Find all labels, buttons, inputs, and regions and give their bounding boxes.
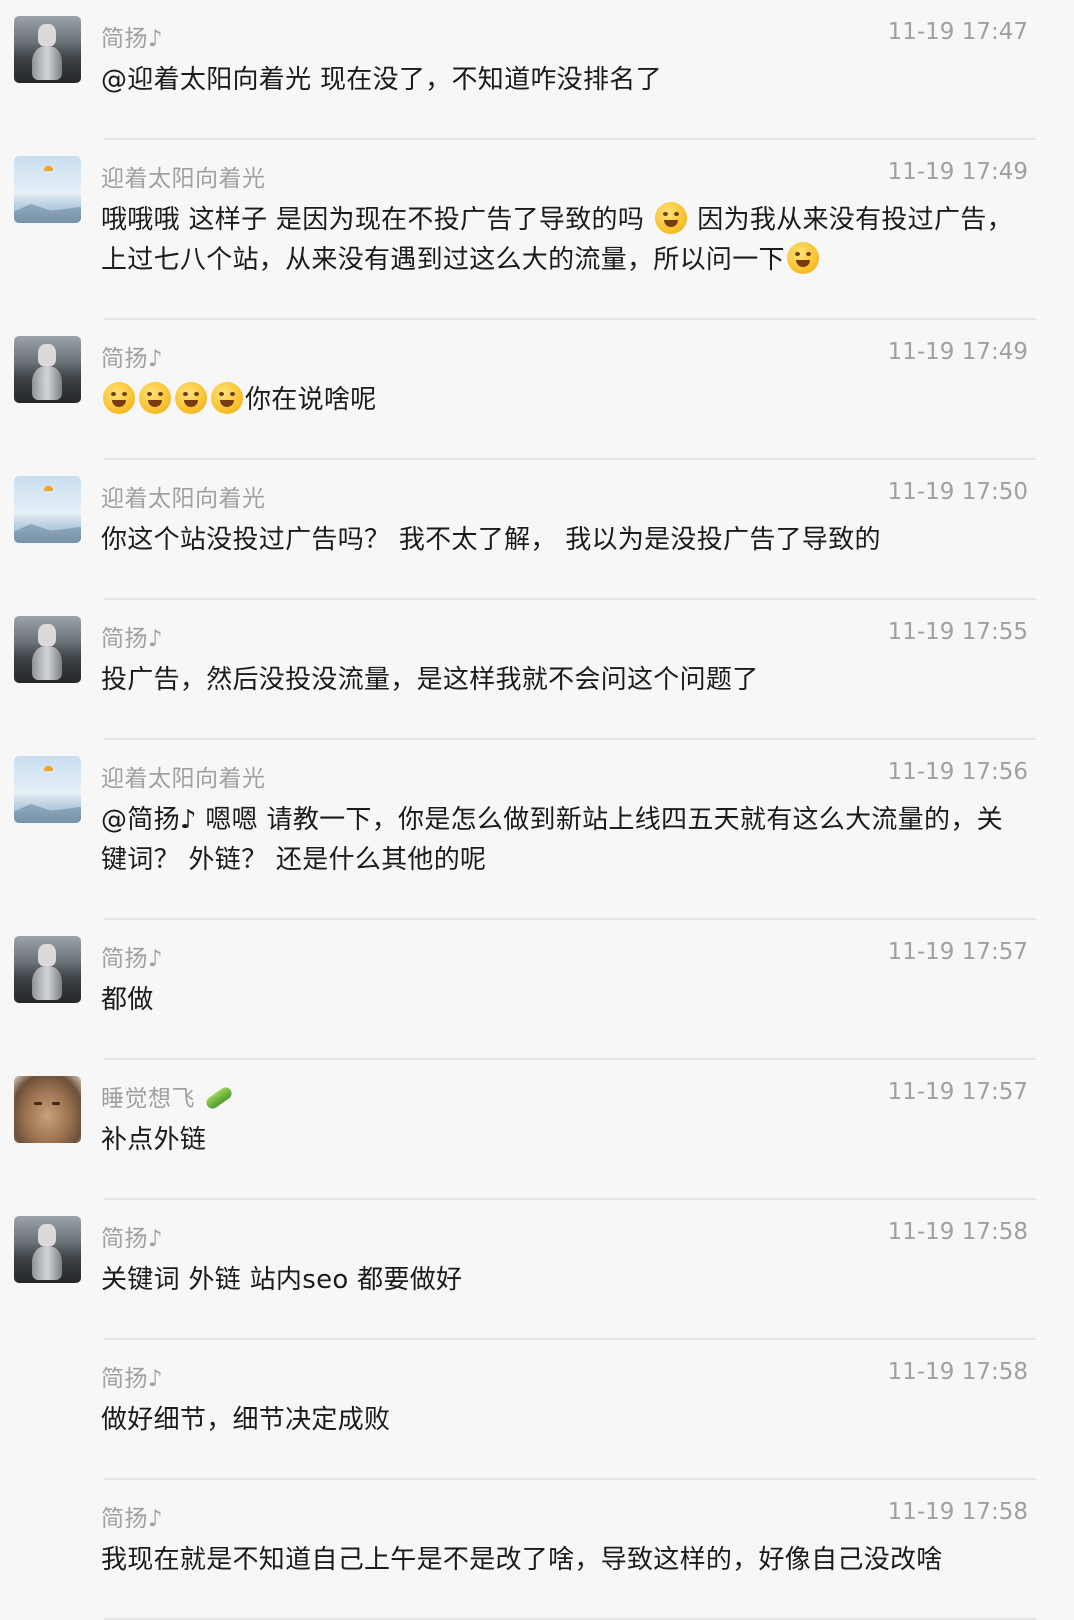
chat-message[interactable]: 迎着太阳向着光 11-19 17:56 @简扬♪ 嗯嗯 请教一下，你是怎么做到新站上… <box>0 740 1074 920</box>
message-timestamp: 11-19 17:55 <box>887 619 1028 645</box>
sender-name[interactable]: 简扬♪ <box>101 1359 163 1393</box>
message-text-segment: 关键词 外链 站内seo 都要做好 <box>101 1265 463 1295</box>
chat-message[interactable]: 简扬♪ 11-19 17:57 都做 <box>0 920 1074 1060</box>
message-text: 哦哦哦 这样子 是因为现在不投广告了导致的吗 因为我从来没有投过广告，上过七八个… <box>101 200 1013 280</box>
chat-message[interactable]: 简扬♪ 11-19 17:55 投广告，然后没投没流量，是这样我就不会问这个问题了 <box>0 600 1074 740</box>
message-text-segment: @迎着太阳向着光 现在没了，不知道咋没排名了 <box>101 65 662 95</box>
message-text-segment: 做好细节，细节决定成败 <box>101 1405 391 1435</box>
message-text: 你这个站没投过广告吗？ 我不太了解， 我以为是没投广告了导致的 <box>101 520 1013 560</box>
sender-name[interactable]: 迎着太阳向着光 <box>101 479 266 513</box>
chat-message[interactable]: 简扬♪ 11-19 17:49 你在说啥呢 <box>0 320 1074 460</box>
message-timestamp: 11-19 17:49 <box>887 159 1028 185</box>
message-text-segment: @简扬♪ 嗯嗯 请教一下，你是怎么做到新站上线四五天就有这么大流量的，关键词？ … <box>101 805 1003 875</box>
sender-name-text: 简扬♪ <box>101 1506 164 1532</box>
sender-name[interactable]: 简扬♪ <box>101 1219 163 1253</box>
message-timestamp: 11-19 17:58 <box>887 1499 1028 1525</box>
message-timestamp: 11-19 17:56 <box>887 759 1028 785</box>
message-text: @简扬♪ 嗯嗯 请教一下，你是怎么做到新站上线四五天就有这么大流量的，关键词？ … <box>101 800 1013 880</box>
message-timestamp: 11-19 17:50 <box>887 479 1028 505</box>
sleeping-cat-avatar[interactable] <box>14 1076 81 1143</box>
message-text-segment: 都做 <box>101 985 154 1015</box>
sender-name[interactable]: 简扬♪ <box>101 339 163 373</box>
message-timestamp: 11-19 17:47 <box>887 19 1028 45</box>
sender-name[interactable]: 简扬♪ <box>101 1499 163 1533</box>
message-text-segment: 补点外链 <box>101 1125 207 1155</box>
message-text: 关键词 外链 站内seo 都要做好 <box>101 1260 1013 1300</box>
cat-tiger-reflection-avatar[interactable] <box>14 616 81 683</box>
message-text-segment: 我现在就是不知道自己上午是不是改了啥，导致这样的，好像自己没改啥 <box>101 1545 943 1575</box>
message-text: 做好细节，细节决定成败 <box>101 1400 1013 1440</box>
message-text-segment: 投广告，然后没投没流量，是这样我就不会问这个问题了 <box>101 665 759 695</box>
chat-message[interactable]: 简扬♪ 11-19 17:58 关键词 外链 站内seo 都要做好 <box>0 1200 1074 1340</box>
sender-name[interactable]: 简扬♪ <box>101 939 163 973</box>
message-timestamp: 11-19 17:57 <box>887 939 1028 965</box>
chat-message[interactable]: 简扬♪ 11-19 17:58 我现在就是不知道自己上午是不是改了啥，导致这样的，好… <box>0 1480 1074 1620</box>
pleading-face-emoji <box>786 242 819 274</box>
chat-message[interactable]: 简扬♪ 11-19 17:58 做好细节，细节决定成败 <box>0 1340 1074 1480</box>
message-text: 补点外链 <box>101 1120 1013 1160</box>
sender-name[interactable]: 简扬♪ <box>101 619 163 653</box>
message-text: @迎着太阳向着光 现在没了，不知道咋没排名了 <box>101 60 1013 100</box>
cat-tiger-reflection-avatar[interactable] <box>14 336 81 403</box>
sky-parachute-avatar[interactable] <box>14 156 81 223</box>
message-text-segment: 你在说啥呢 <box>245 385 377 415</box>
sender-name-text: 迎着太阳向着光 <box>101 486 266 512</box>
sender-name-text: 迎着太阳向着光 <box>101 766 266 792</box>
sender-name[interactable]: 睡觉想飞 <box>101 1079 234 1113</box>
chat-message[interactable]: 迎着太阳向着光 11-19 17:49 哦哦哦 这样子 是因为现在不投广告了导致的吗… <box>0 140 1074 320</box>
sender-name-text: 简扬♪ <box>101 1366 164 1392</box>
sender-name-text: 简扬♪ <box>101 26 164 52</box>
sender-name-text: 睡觉想飞 <box>101 1086 195 1112</box>
crying-emoji <box>211 382 243 414</box>
message-text: 投广告，然后没投没流量，是这样我就不会问这个问题了 <box>101 660 1013 700</box>
cat-tiger-reflection-avatar[interactable] <box>14 936 81 1003</box>
message-timestamp: 11-19 17:58 <box>887 1219 1028 1245</box>
sender-name[interactable]: 迎着太阳向着光 <box>101 759 266 793</box>
rolling-laughing-emoji <box>139 382 171 414</box>
message-text: 你在说啥呢 <box>101 380 1013 420</box>
message-text-segment: 你这个站没投过广告吗？ 我不太了解， 我以为是没投广告了导致的 <box>101 525 881 555</box>
chat-message-list[interactable]: 简扬♪ 11-19 17:47 @迎着太阳向着光 现在没了，不知道咋没排名了迎着太阳… <box>0 0 1074 1620</box>
message-text: 我现在就是不知道自己上午是不是改了啥，导致这样的，好像自己没改啥 <box>101 1540 1013 1580</box>
cat-tiger-reflection-avatar[interactable] <box>14 1216 81 1283</box>
tears-of-joy-emoji <box>654 202 687 234</box>
cat-tiger-reflection-avatar[interactable] <box>14 16 81 83</box>
rolling-laughing-emoji <box>175 382 207 414</box>
chat-message[interactable]: 迎着太阳向着光 11-19 17:50 你这个站没投过广告吗？ 我不太了解， 我以为… <box>0 460 1074 600</box>
sender-name[interactable]: 简扬♪ <box>101 19 163 53</box>
sky-parachute-avatar[interactable] <box>14 756 81 823</box>
message-timestamp: 11-19 17:49 <box>887 339 1028 365</box>
cucumber-emoji <box>204 1084 234 1111</box>
sender-name[interactable]: 迎着太阳向着光 <box>101 159 266 193</box>
sender-name-text: 迎着太阳向着光 <box>101 166 266 192</box>
message-text: 都做 <box>101 980 1013 1020</box>
sender-name-text: 简扬♪ <box>101 346 164 372</box>
sender-name-text: 简扬♪ <box>101 626 164 652</box>
message-text-segment: 哦哦哦 这样子 是因为现在不投广告了导致的吗 <box>101 205 653 235</box>
chat-message[interactable]: 睡觉想飞 11-19 17:57 补点外链 <box>0 1060 1074 1200</box>
chat-message[interactable]: 简扬♪ 11-19 17:47 @迎着太阳向着光 现在没了，不知道咋没排名了 <box>0 0 1074 140</box>
sender-name-text: 简扬♪ <box>101 1226 164 1252</box>
rolling-laughing-emoji <box>103 382 135 414</box>
message-timestamp: 11-19 17:57 <box>887 1079 1028 1105</box>
sender-name-text: 简扬♪ <box>101 946 164 972</box>
sky-parachute-avatar[interactable] <box>14 476 81 543</box>
message-timestamp: 11-19 17:58 <box>887 1359 1028 1385</box>
